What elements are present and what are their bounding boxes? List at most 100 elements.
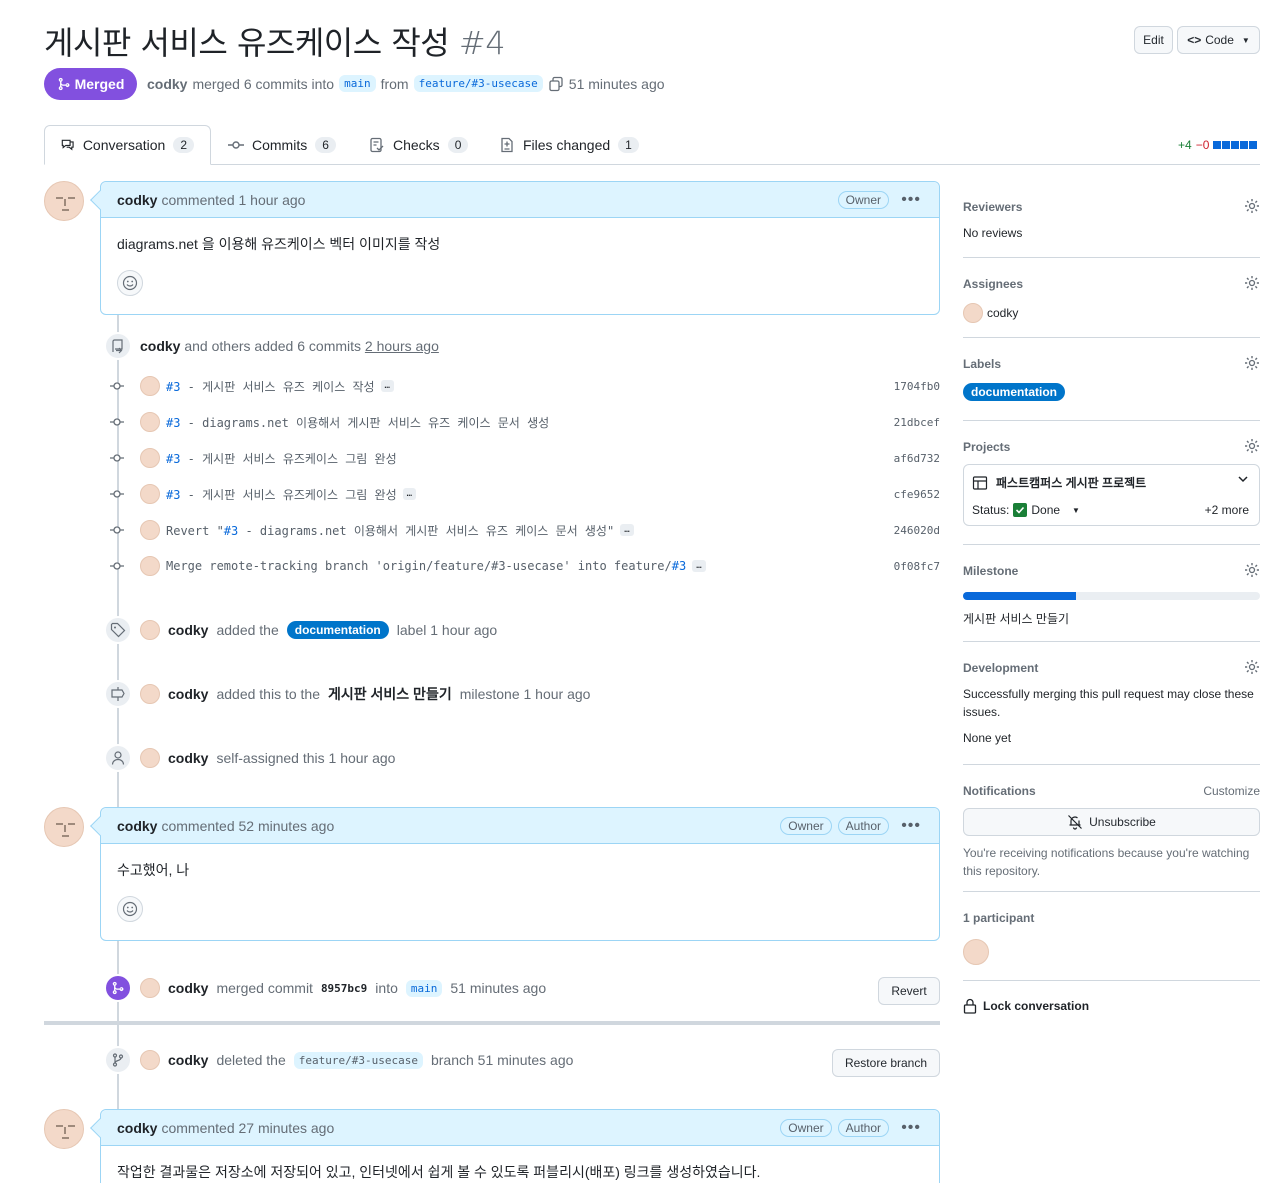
kebab-menu-icon[interactable]: •••	[901, 1119, 921, 1137]
check-box-icon	[1013, 503, 1028, 517]
tab-checks[interactable]: Checks 0	[353, 125, 484, 165]
event-author[interactable]: codky	[168, 980, 208, 996]
issue-link[interactable]: #3	[224, 524, 238, 538]
gear-icon[interactable]	[1244, 198, 1260, 214]
revert-button[interactable]: Revert	[878, 977, 940, 1005]
diffstat-bar	[1213, 141, 1258, 149]
avatar[interactable]	[44, 1109, 84, 1149]
milestone-name[interactable]: 게시판 서비스 만들기	[963, 610, 1260, 627]
issue-link[interactable]: #3	[166, 488, 180, 502]
smiley-icon[interactable]	[117, 270, 143, 296]
gear-icon[interactable]	[1244, 438, 1260, 454]
issue-link[interactable]: #3	[166, 452, 180, 466]
project-name[interactable]: 패스트캠퍼스 게시판 프로젝트	[996, 474, 1146, 491]
avatar[interactable]	[140, 520, 160, 540]
base-branch[interactable]: main	[405, 979, 443, 997]
expand-commit-button[interactable]: …	[380, 380, 394, 392]
commit-sha[interactable]: 1704fb0	[894, 380, 940, 393]
event-text: into	[375, 980, 398, 996]
copy-icon[interactable]	[548, 76, 564, 92]
edit-button[interactable]: Edit	[1134, 26, 1173, 54]
avatar[interactable]	[140, 412, 160, 432]
kebab-menu-icon[interactable]: •••	[901, 817, 921, 835]
avatar[interactable]	[44, 181, 84, 221]
commit-message[interactable]: #3 - 게시판 서비스 유즈케이스 그림 완성	[140, 448, 397, 468]
commit-message[interactable]: #3 - diagrams.net 이용해서 게시판 서비스 유즈 케이스 문서…	[140, 412, 549, 432]
avatar[interactable]	[140, 684, 160, 704]
commit-sha[interactable]: cfe9652	[894, 488, 940, 501]
issue-link[interactable]: #3	[166, 380, 180, 394]
caret-down-icon[interactable]: ▼	[1072, 506, 1080, 515]
commit-prefix: Revert "	[166, 523, 224, 538]
participants-section: 1 participant	[963, 911, 1260, 965]
event-text: branch 51 minutes ago	[430, 1052, 574, 1068]
project-card[interactable]: 패스트캠퍼스 게시판 프로젝트 Status: Done ▼ +2 more	[963, 464, 1260, 526]
gear-icon[interactable]	[1244, 562, 1260, 578]
commit-message[interactable]: #3 - 게시판 서비스 유즈 케이스 작성 …	[140, 376, 394, 396]
commit-message[interactable]: Revert "#3 - diagrams.net 이용해서 게시판 서비스 유…	[140, 520, 634, 540]
event-author[interactable]: codky	[140, 338, 180, 354]
event-text: milestone 1 hour ago	[459, 686, 591, 702]
expand-commit-button[interactable]: …	[620, 524, 634, 536]
expand-commit-button[interactable]: …	[692, 560, 706, 572]
avatar[interactable]	[140, 1050, 160, 1070]
documentation-label[interactable]: documentation	[963, 383, 1065, 401]
pr-author[interactable]: codky	[147, 76, 187, 92]
event-author[interactable]: codky	[168, 1052, 208, 1068]
commit-sha[interactable]: 21dbcef	[894, 416, 940, 429]
comment-author[interactable]: codky	[117, 192, 157, 208]
comment-meta[interactable]: commented 27 minutes ago	[161, 1120, 334, 1136]
chevron-down-icon[interactable]	[1237, 473, 1249, 488]
gear-icon[interactable]	[1244, 275, 1260, 291]
avatar[interactable]	[140, 556, 160, 576]
avatar[interactable]	[963, 939, 989, 965]
sidebar-heading: Development	[963, 661, 1039, 675]
smiley-icon[interactable]	[117, 896, 143, 922]
commit-sha[interactable]: af6d732	[894, 452, 940, 465]
commit-message[interactable]: Merge remote-tracking branch 'origin/fea…	[140, 556, 706, 576]
event-author[interactable]: codky	[168, 686, 208, 702]
avatar[interactable]	[140, 620, 160, 640]
issue-link[interactable]: #3	[166, 416, 180, 430]
assignee-item[interactable]: codky	[963, 303, 1260, 323]
event-author[interactable]: codky	[168, 750, 208, 766]
head-branch[interactable]: feature/#3-usecase	[413, 75, 543, 92]
comment-author[interactable]: codky	[117, 1120, 157, 1136]
comment-meta[interactable]: commented 52 minutes ago	[161, 818, 334, 834]
project-more-link[interactable]: +2 more	[1205, 503, 1249, 517]
avatar[interactable]	[140, 748, 160, 768]
kebab-menu-icon[interactable]: •••	[901, 191, 921, 209]
documentation-label[interactable]: documentation	[286, 621, 389, 639]
unsubscribe-button[interactable]: Unsubscribe	[963, 808, 1260, 836]
comment-author[interactable]: codky	[117, 818, 157, 834]
milestone-icon	[104, 680, 132, 708]
avatar[interactable]	[140, 484, 160, 504]
avatar[interactable]	[140, 376, 160, 396]
gear-icon[interactable]	[1244, 355, 1260, 371]
lock-conversation-link[interactable]: Lock conversation	[963, 998, 1260, 1014]
gear-icon[interactable]	[1244, 659, 1260, 675]
tab-commits[interactable]: Commits 6	[212, 125, 352, 165]
avatar[interactable]	[140, 448, 160, 468]
commit-message[interactable]: #3 - 게시판 서비스 유즈케이스 그림 완성 …	[140, 484, 417, 504]
event-author[interactable]: codky	[168, 622, 208, 638]
commit-row: #3 - 게시판 서비스 유즈케이스 그림 완성 af6d732	[110, 448, 940, 468]
commit-sha[interactable]: 246020d	[894, 524, 940, 537]
issue-link[interactable]: #3	[672, 559, 686, 573]
avatar[interactable]	[44, 807, 84, 847]
tab-conversation[interactable]: Conversation 2	[44, 125, 211, 165]
expand-commit-button[interactable]: …	[402, 488, 417, 500]
commit-sha[interactable]: 0f08fc7	[894, 560, 940, 573]
project-status-value[interactable]: Done	[1031, 503, 1060, 517]
base-branch[interactable]: main	[339, 75, 376, 92]
restore-branch-button[interactable]: Restore branch	[832, 1049, 940, 1077]
milestone-link[interactable]: 게시판 서비스 만들기	[328, 684, 452, 704]
customize-link[interactable]: Customize	[1203, 784, 1260, 798]
tab-files-changed[interactable]: Files changed 1	[483, 125, 655, 165]
event-time[interactable]: 2 hours ago	[365, 338, 439, 354]
diffstat[interactable]: +4 −0	[1178, 138, 1258, 152]
avatar[interactable]	[140, 978, 160, 998]
code-button[interactable]: <> Code ▼	[1177, 26, 1260, 54]
merge-commit-sha[interactable]: 8957bc9	[321, 982, 367, 995]
comment-meta[interactable]: commented 1 hour ago	[161, 192, 305, 208]
